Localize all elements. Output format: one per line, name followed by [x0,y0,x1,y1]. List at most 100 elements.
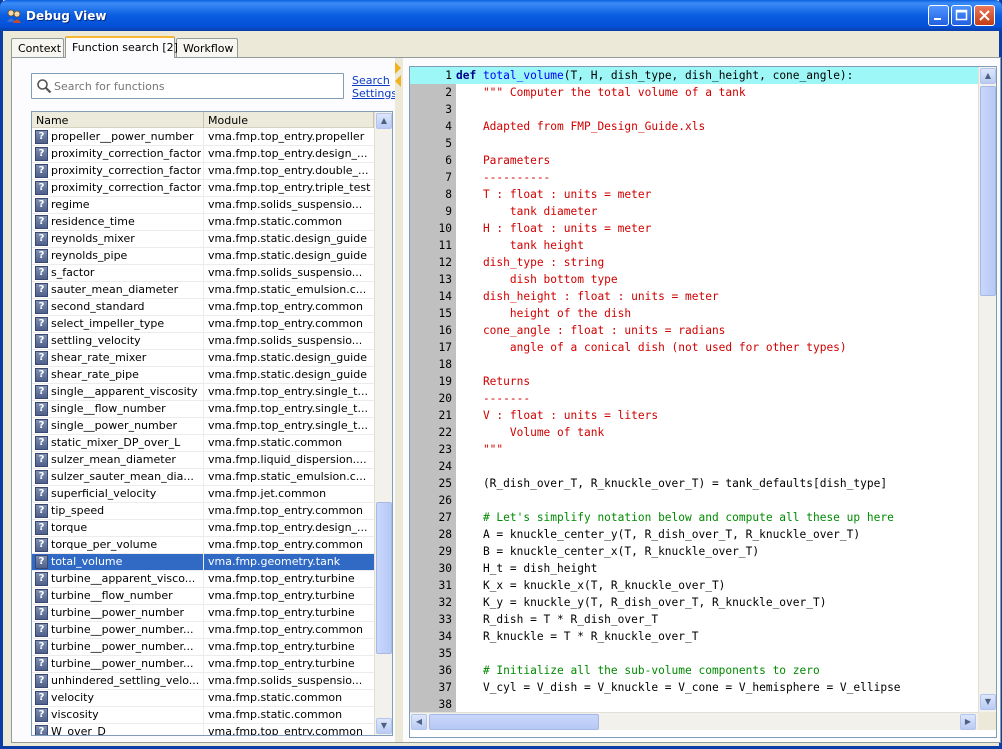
list-item[interactable]: ? turbine__apparent_visco... vma.fmp.top_e… [32,571,374,588]
list-item[interactable]: ? turbine__power_number... vma.fmp.top_ent… [32,622,374,639]
code-line[interactable]: 13 dish bottom type [410,271,978,288]
scroll-up-button[interactable]: ▲ [980,68,996,84]
list-item[interactable]: ? second_standard vma.fmp.top_entry.common [32,299,374,316]
code-line[interactable]: 8 T : float : units = meter [410,186,978,203]
tab-context[interactable]: Context [11,38,64,57]
list-item[interactable]: ? residence_time vma.fmp.static.common [32,214,374,231]
code-line[interactable]: 23 """ [410,441,978,458]
tab-workflow[interactable]: Workflow [176,38,238,57]
list-item[interactable]: ? turbine__power_number vma.fmp.top_entry.… [32,605,374,622]
code-line[interactable]: 27 # Let's simplify notation below and c… [410,509,978,526]
minimize-button[interactable] [928,5,949,26]
code-line[interactable]: 22 Volume of tank [410,424,978,441]
code-line[interactable]: 17 angle of a conical dish (not used for… [410,339,978,356]
code-line[interactable]: 4 Adapted from FMP_Design_Guide.xls [410,118,978,135]
list-item[interactable]: ? sauter_mean_diameter vma.fmp.static_emul… [32,282,374,299]
list-item[interactable]: ? single__flow_number vma.fmp.top_entry.si… [32,401,374,418]
list-item[interactable]: ? turbine__power_number... vma.fmp.top_ent… [32,656,374,673]
scroll-down-button[interactable]: ▼ [980,694,996,710]
list-item[interactable]: ? propeller__power_number vma.fmp.top_entr… [32,129,374,146]
list-item[interactable]: ? single__apparent_viscosity vma.fmp.top_e… [32,384,374,401]
code-line[interactable]: 33 R_dish = T * R_dish_over_T [410,611,978,628]
tab-function-search[interactable]: Function search [2] [65,36,178,58]
scrollbar-thumb[interactable] [429,714,599,730]
search-settings-link[interactable]: Search Settings [352,74,397,100]
code-line[interactable]: 6 Parameters [410,152,978,169]
column-header-module[interactable]: Module [204,112,374,128]
list-item[interactable]: ? static_mixer_DP_over_L vma.fmp.static.co… [32,435,374,452]
code-line[interactable]: 25 (R_dish_over_T, R_knuckle_over_T) = t… [410,475,978,492]
search-input[interactable] [54,77,339,95]
code-line[interactable]: 31 K_x = knuckle_x(T, R_knuckle_over_T) [410,577,978,594]
list-item[interactable]: ? W_over_D vma.fmp.top_entry.common [32,724,374,735]
code-line[interactable]: 18 [410,356,978,373]
scroll-right-button[interactable]: ▶ [960,714,976,730]
list-item[interactable]: ? reynolds_mixer vma.fmp.static.design_gui… [32,231,374,248]
code-line[interactable]: 19 Returns [410,373,978,390]
code-line[interactable]: 14 dish_height : float : units = meter [410,288,978,305]
scroll-left-button[interactable]: ◀ [411,714,427,730]
list-item[interactable]: ? turbine__flow_number vma.fmp.top_entry.t… [32,588,374,605]
column-header-name[interactable]: Name [32,112,204,128]
scroll-up-button[interactable]: ▲ [376,113,392,129]
list-item[interactable]: ? shear_rate_pipe vma.fmp.static.design_gu… [32,367,374,384]
list-vertical-scrollbar[interactable]: ▲ ▼ [374,112,392,735]
editor-horizontal-scrollbar[interactable]: ◀ ▶ [410,712,978,730]
code-line[interactable]: 32 K_y = knuckle_y(T, R_dish_over_T, R_k… [410,594,978,611]
code-lines[interactable]: 1 def total_volume(T, H, dish_type, dish_… [410,67,978,712]
code-line[interactable]: 21 V : float : units = liters [410,407,978,424]
code-editor[interactable]: 1 def total_volume(T, H, dish_type, dish_… [409,66,997,738]
list-item[interactable]: ? sulzer_mean_diameter vma.fmp.liquid_disp… [32,452,374,469]
close-button[interactable] [974,5,995,26]
code-line[interactable]: 28 A = knuckle_center_y(T, R_dish_over_T… [410,526,978,543]
list-item[interactable]: ? proximity_correction_factor vma.fmp.top_… [32,163,374,180]
code-line[interactable]: 20 ------- [410,390,978,407]
code-line[interactable]: 16 cone_angle : float : units = radians [410,322,978,339]
code-line[interactable]: 7 ---------- [410,169,978,186]
list-item[interactable]: ? s_factor vma.fmp.solids_suspensio... [32,265,374,282]
code-line[interactable]: 30 H_t = dish_height [410,560,978,577]
code-line[interactable]: 11 tank height [410,237,978,254]
code-line[interactable]: 35 [410,645,978,662]
list-item[interactable]: ? shear_rate_mixer vma.fmp.static.design_g… [32,350,374,367]
scrollbar-thumb[interactable] [980,86,996,296]
title-bar[interactable]: Debug View [0,0,1002,31]
list-item[interactable]: ? sulzer_sauter_mean_dia... vma.fmp.static… [32,469,374,486]
list-item[interactable]: ? proximity_correction_factor vma.fmp.top_… [32,180,374,197]
list-item[interactable]: ? regime vma.fmp.solids_suspensio... [32,197,374,214]
list-item[interactable]: ? total_volume vma.fmp.geometry.tank [32,554,374,571]
pane-splitter[interactable] [395,58,403,742]
list-item[interactable]: ? single__power_number vma.fmp.top_entry.s… [32,418,374,435]
scroll-down-button[interactable]: ▼ [376,718,392,734]
list-item[interactable]: ? velocity vma.fmp.static.common [32,690,374,707]
list-item[interactable]: ? reynolds_pipe vma.fmp.static.design_guid… [32,248,374,265]
list-item[interactable]: ? turbine__power_number... vma.fmp.top_ent… [32,639,374,656]
code-line[interactable]: 38 [410,696,978,712]
list-item[interactable]: ? settling_velocity vma.fmp.solids_suspens… [32,333,374,350]
code-line[interactable]: 9 tank diameter [410,203,978,220]
expand-right-icon[interactable] [395,62,401,74]
list-item[interactable]: ? select_impeller_type vma.fmp.top_entry.c… [32,316,374,333]
code-line[interactable]: 3 [410,101,978,118]
code-line[interactable]: 5 [410,135,978,152]
search-box[interactable] [31,73,344,99]
list-item[interactable]: ? torque_per_volume vma.fmp.top_entry.comm… [32,537,374,554]
code-line[interactable]: 2 """ Computer the total volume of a tan… [410,84,978,101]
code-line[interactable]: 26 [410,492,978,509]
code-line[interactable]: 24 [410,458,978,475]
code-line[interactable]: 29 B = knuckle_center_x(T, R_knuckle_ove… [410,543,978,560]
editor-vertical-scrollbar[interactable]: ▲ ▼ [978,67,996,712]
list-item[interactable]: ? unhindered_settling_velo... vma.fmp.soli… [32,673,374,690]
list-item[interactable]: ? torque vma.fmp.top_entry.design_... [32,520,374,537]
code-line[interactable]: 1 def total_volume(T, H, dish_type, dish_… [410,67,978,84]
code-line[interactable]: 10 H : float : units = meter [410,220,978,237]
code-line[interactable]: 34 R_knuckle = T * R_knuckle_over_T [410,628,978,645]
list-item[interactable]: ? tip_speed vma.fmp.top_entry.common [32,503,374,520]
list-item[interactable]: ? superficial_velocity vma.fmp.jet.common [32,486,374,503]
list-item[interactable]: ? viscosity vma.fmp.static.common [32,707,374,724]
code-line[interactable]: 36 # Initialize all the sub-volume compo… [410,662,978,679]
scrollbar-thumb[interactable] [376,502,392,654]
code-line[interactable]: 37 V_cyl = V_dish = V_knuckle = V_cone =… [410,679,978,696]
expand-left-icon[interactable] [395,75,401,87]
maximize-button[interactable] [951,5,972,26]
